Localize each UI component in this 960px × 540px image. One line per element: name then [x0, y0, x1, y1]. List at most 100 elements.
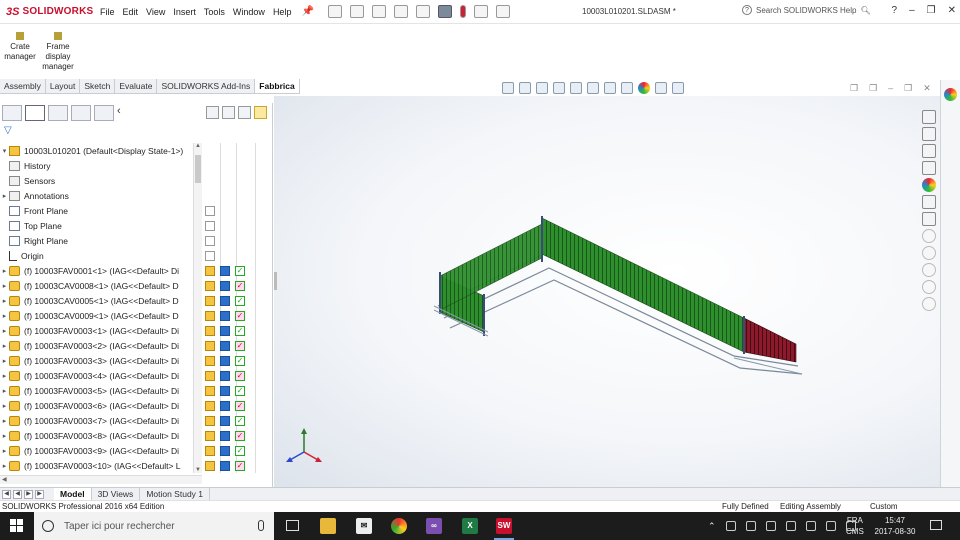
language-indicator[interactable]: FRA CMS [846, 515, 864, 537]
check-status-icon[interactable]: ✓ [235, 370, 245, 381]
component-state-icon[interactable] [205, 280, 215, 291]
search-icon[interactable]: 🔍︎ [860, 6, 870, 15]
prev-tab-icon[interactable]: ◀ [13, 489, 22, 499]
component-state-icon[interactable] [205, 295, 215, 306]
tree-item[interactable]: Front Plane [0, 203, 193, 218]
tree-item[interactable]: ▸ (f) 10003FAV0001<1> (IAG<<Default> Di [0, 263, 193, 278]
tool-gray-icon[interactable] [922, 280, 936, 294]
taskbar-search-input[interactable]: Taper ici pour rechercher [64, 521, 175, 532]
expand-icon[interactable]: ▸ [0, 312, 9, 320]
model-3d-view[interactable] [274, 96, 940, 487]
expand-icon[interactable]: ▸ [0, 342, 9, 350]
previous-view-icon[interactable] [536, 82, 548, 94]
units-selector[interactable]: Custom [870, 502, 898, 511]
component-state-icon[interactable] [205, 310, 215, 321]
pin-icon[interactable]: 📌 [301, 6, 313, 17]
section-view-icon[interactable] [553, 82, 565, 94]
expand-icon[interactable]: ▸ [0, 327, 9, 335]
expand-icon[interactable]: ▸ [0, 447, 9, 455]
onedrive-icon[interactable] [745, 521, 756, 531]
check-status-icon[interactable]: ✓ [235, 385, 245, 396]
menu-view[interactable]: View [146, 7, 165, 17]
expand-icon[interactable]: ▸ [0, 402, 9, 410]
visibility-box-icon[interactable] [205, 220, 215, 231]
save-icon[interactable] [371, 5, 386, 18]
new-icon[interactable] [327, 5, 342, 18]
check-status-icon[interactable]: ✓ [235, 295, 245, 306]
chrome-app-icon[interactable] [391, 518, 407, 534]
tree-item[interactable]: History [0, 158, 193, 173]
tree-item[interactable]: ▸ Annotations [0, 188, 193, 203]
zoom-to-fit-icon[interactable] [502, 82, 514, 94]
last-tab-icon[interactable]: ▶ [35, 489, 44, 499]
feature-manager-tab-icon[interactable] [2, 105, 22, 121]
tab-layout[interactable]: Layout [46, 79, 81, 93]
tree-horizontal-scrollbar[interactable]: ◀ [0, 475, 202, 484]
tree-item[interactable]: ▸ (f) 10003FAV0003<1> (IAG<<Default> Di [0, 323, 193, 338]
tab-assembly[interactable]: Assembly [0, 79, 46, 93]
tree-item[interactable]: ▸ (f) 10003FAV0003<9> (IAG<<Default> Di [0, 443, 193, 458]
design-library-icon[interactable] [922, 127, 936, 141]
menu-edit[interactable]: Edit [123, 7, 139, 17]
check-status-icon[interactable]: ✓ [235, 430, 245, 441]
tool-gray-icon[interactable] [922, 246, 936, 260]
check-status-icon[interactable]: ✓ [235, 460, 245, 471]
keyboard-icon[interactable] [805, 521, 816, 531]
component-state-icon[interactable] [205, 340, 215, 351]
tab-model[interactable]: Model [54, 487, 92, 501]
options-gear-icon[interactable] [495, 5, 510, 18]
solidworks-app-icon[interactable]: SW [496, 518, 512, 534]
expand-icon[interactable]: ▸ [0, 417, 9, 425]
network-icon[interactable] [765, 521, 776, 531]
visibility-box-icon[interactable] [205, 235, 215, 246]
tree-item[interactable]: ▸ (f) 10003CAV0008<1> (IAG<<Default> D [0, 278, 193, 293]
viewport-close-icon[interactable]: ✕ [923, 83, 931, 94]
google-drive-icon[interactable] [825, 521, 836, 531]
scroll-thumb[interactable] [195, 155, 201, 183]
help-dropdown-icon[interactable]: ? [892, 5, 898, 16]
home-icon[interactable] [922, 110, 936, 124]
microphone-icon[interactable] [258, 520, 264, 531]
frame-display-manager-button[interactable]: Frame display manager [38, 32, 78, 72]
panel-resize-handle[interactable] [274, 272, 277, 290]
tab-motion-study[interactable]: Motion Study 1 [140, 487, 211, 501]
tool-gray-icon[interactable] [922, 297, 936, 311]
tree-vertical-scrollbar[interactable]: ▲ ▼ [193, 143, 202, 473]
tree-item[interactable]: ▸ (f) 10003FAV0003<5> (IAG<<Default> Di [0, 383, 193, 398]
select-icon[interactable] [437, 5, 452, 18]
tab-addins[interactable]: SOLIDWORKS Add-Ins [157, 79, 256, 93]
menu-tools[interactable]: Tools [204, 7, 225, 17]
hide-show-icon[interactable] [621, 82, 633, 94]
tree-item[interactable]: ▸ (f) 10003CAV0005<1> (IAG<<Default> D [0, 293, 193, 308]
taskbar-clock[interactable]: 15:47 2017-08-30 [870, 515, 920, 537]
zoom-to-area-icon[interactable] [519, 82, 531, 94]
component-state-icon[interactable] [205, 325, 215, 336]
check-status-icon[interactable]: ✓ [235, 340, 245, 351]
component-state-icon[interactable] [205, 400, 215, 411]
crate-manager-button[interactable]: Crate manager [0, 32, 40, 62]
close-icon[interactable]: ✕ [948, 5, 956, 16]
appearances-icon[interactable] [922, 178, 936, 192]
component-state-icon[interactable] [205, 445, 215, 456]
tool-gray-icon[interactable] [922, 229, 936, 243]
view-orientation-icon[interactable] [587, 82, 599, 94]
tree-item[interactable]: ▸ (f) 10003FAV0003<8> (IAG<<Default> Di [0, 428, 193, 443]
display-manager-tab-icon[interactable] [94, 105, 114, 121]
component-state-icon[interactable] [205, 370, 215, 381]
menu-window[interactable]: Window [233, 7, 265, 17]
print-icon[interactable] [393, 5, 408, 18]
graphics-area[interactable] [274, 96, 940, 487]
component-state-icon[interactable] [205, 460, 215, 471]
visibility-box-icon[interactable] [205, 250, 215, 261]
view-settings-icon[interactable] [672, 82, 684, 94]
forum-icon[interactable] [922, 212, 936, 226]
column-tool-icon[interactable] [206, 106, 219, 119]
tool-gray-icon[interactable] [922, 263, 936, 277]
tree-item[interactable]: ▸ (f) 10003FAV0003<3> (IAG<<Default> Di [0, 353, 193, 368]
visual-studio-app-icon[interactable]: ∞ [426, 518, 442, 534]
file-properties-icon[interactable] [473, 5, 488, 18]
mail-app-icon[interactable]: ✉ [356, 518, 372, 534]
minimize-icon[interactable]: – [909, 5, 915, 16]
tree-item[interactable]: Origin [0, 248, 193, 263]
tree-item[interactable]: ▸ (f) 10003FAV0003<6> (IAG<<Default> Di [0, 398, 193, 413]
